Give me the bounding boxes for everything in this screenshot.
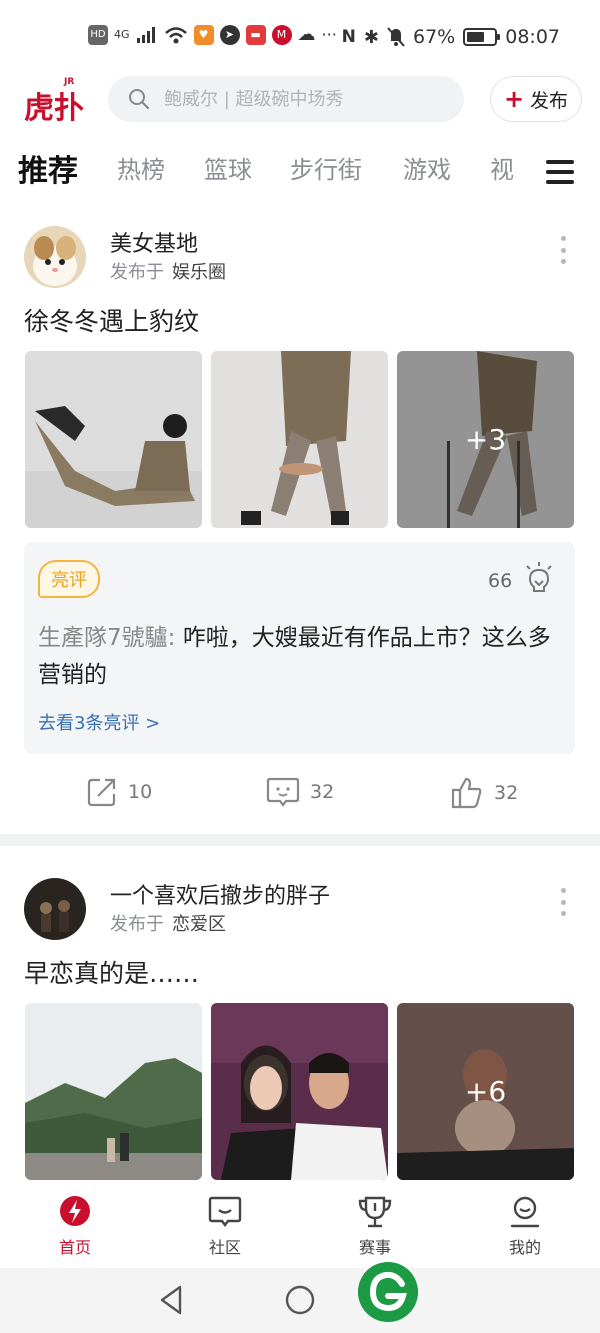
avatar[interactable] <box>24 878 86 940</box>
nfc-icon: N <box>341 27 356 47</box>
more-notifications-icon: ··· <box>321 25 337 44</box>
lightbulb-icon[interactable] <box>522 560 556 596</box>
more-options-icon[interactable] <box>556 236 570 264</box>
post-image[interactable] <box>211 351 388 528</box>
nav-community[interactable]: 社区 <box>185 1194 265 1258</box>
tab-street[interactable]: 步行街 <box>290 150 362 185</box>
post-image[interactable] <box>25 351 202 528</box>
back-icon[interactable] <box>156 1284 186 1316</box>
community-chat-icon <box>208 1196 242 1227</box>
clock: 08:07 <box>505 26 560 48</box>
app-notification-icon: M <box>271 24 292 45</box>
more-options-icon[interactable] <box>556 888 570 916</box>
share-button[interactable]: 10 <box>86 776 152 808</box>
tab-hot[interactable]: 热榜 <box>117 150 165 185</box>
post-image[interactable]: +3 <box>397 351 574 528</box>
post-image[interactable]: +6 <box>397 1003 574 1180</box>
author-name[interactable]: 美女基地 <box>110 226 198 258</box>
like-count: 32 <box>494 782 519 804</box>
app-notification-icon: ▬ <box>245 24 266 45</box>
mute-bell-icon <box>387 27 405 47</box>
light-count: 66 <box>488 570 513 592</box>
author-name[interactable]: 一个喜欢后撤步的胖子 <box>110 878 330 910</box>
publish-prefix: 发布于 <box>110 262 164 283</box>
nav-profile[interactable]: 我的 <box>485 1194 565 1258</box>
hot-comment-badge: 亮评 <box>38 560 100 598</box>
publish-info: 发布于 娱乐圈 <box>110 258 226 284</box>
bluetooth-icon: ✱ <box>363 26 379 48</box>
status-right-icons: N ✱ 67% 08:07 <box>342 26 560 48</box>
share-count: 10 <box>128 781 153 803</box>
tab-recommend[interactable]: 推荐 <box>18 146 78 190</box>
post-title[interactable]: 早恋真的是…… <box>24 954 199 990</box>
avatar[interactable] <box>24 226 86 288</box>
cat-avatar-image <box>24 226 86 288</box>
publish-button[interactable]: + 发布 <box>490 76 582 122</box>
post-actions: 10 32 32 <box>0 776 600 826</box>
circle-name[interactable]: 娱乐圈 <box>172 262 226 283</box>
hot-comment-text: 生產隊7號驢: 咋啦，大嫂最近有作品上市？这么多营销的 <box>38 620 562 694</box>
trophy-icon <box>358 1196 392 1228</box>
status-bar: HD 4G ♥ ➤ ▬ M ☁ ··· N ✱ 67% 08:07 <box>0 0 600 72</box>
home-circle-icon[interactable] <box>284 1284 316 1316</box>
search-bar[interactable] <box>108 76 464 122</box>
comment-button[interactable]: 32 <box>266 776 334 808</box>
home-lightning-icon <box>60 1196 90 1226</box>
menu-icon[interactable] <box>546 160 574 184</box>
nav-label: 赛事 <box>358 1238 391 1257</box>
publish-info: 发布于 恋爱区 <box>110 910 226 936</box>
more-images-count[interactable]: +3 <box>397 351 574 528</box>
app-header: 虎扑 JR + 发布 <box>0 72 600 128</box>
app-notification-icon: ➤ <box>219 24 240 45</box>
nav-label: 我的 <box>508 1238 541 1257</box>
battery-icon <box>463 28 501 46</box>
user-avatar-image <box>24 878 86 940</box>
logo-text: 虎扑 <box>24 91 84 126</box>
system-nav-bar <box>0 1268 600 1333</box>
app-notification-icon: ♥ <box>193 24 214 45</box>
like-button[interactable]: 32 <box>450 776 518 810</box>
plus-icon: + <box>503 85 525 113</box>
battery-percent: 67% <box>413 26 456 48</box>
post-image[interactable] <box>211 1003 388 1180</box>
floating-app-icon[interactable] <box>358 1262 418 1322</box>
battery-fill <box>467 32 485 42</box>
user-icon <box>510 1196 540 1228</box>
hd-icon: HD <box>88 24 108 45</box>
post-divider <box>0 834 600 846</box>
view-hot-comments-link[interactable]: 去看3条亮评 > <box>38 709 160 735</box>
nav-label: 首页 <box>58 1238 91 1257</box>
circle-name[interactable]: 恋爱区 <box>172 914 226 935</box>
logo-sup: JR <box>63 77 74 87</box>
post-title[interactable]: 徐冬冬遇上豹纹 <box>24 302 199 338</box>
thumbs-up-icon <box>451 777 482 809</box>
status-left-icons: HD 4G ♥ ➤ ▬ M ☁ ··· <box>88 24 337 45</box>
wechat-icon: ☁ <box>297 24 316 45</box>
wifi-icon <box>164 26 187 43</box>
search-icon <box>129 89 150 110</box>
more-images-count[interactable]: +6 <box>397 1003 574 1180</box>
nav-home[interactable]: 首页 <box>35 1194 115 1258</box>
nav-label: 社区 <box>208 1238 241 1257</box>
signal-icon <box>136 26 155 43</box>
comment-username[interactable]: 生產隊7號驢: <box>38 625 175 651</box>
comment-count: 32 <box>310 781 335 803</box>
search-input[interactable] <box>164 88 444 110</box>
network-label: 4G <box>114 28 130 41</box>
hot-comment-box[interactable]: 亮评 66 生產隊7號驢: 咋啦，大嫂最近有作品上市？这么多营销的 去看3条亮评… <box>24 542 575 754</box>
nav-matches[interactable]: 赛事 <box>335 1194 415 1258</box>
comment-icon <box>266 777 300 807</box>
tab-games[interactable]: 游戏 <box>403 150 451 185</box>
tab-basketball[interactable]: 篮球 <box>204 150 252 185</box>
tab-video[interactable]: 视 <box>490 150 514 185</box>
hupu-logo[interactable]: 虎扑 JR <box>24 72 86 126</box>
post-image[interactable] <box>25 1003 202 1180</box>
share-icon <box>87 778 116 807</box>
publish-prefix: 发布于 <box>110 914 164 935</box>
publish-label: 发布 <box>530 89 569 112</box>
bottom-nav: 首页 社区 赛事 我的 <box>0 1180 600 1268</box>
category-tabs: 推荐 热榜 篮球 步行街 游戏 视 <box>0 150 600 198</box>
